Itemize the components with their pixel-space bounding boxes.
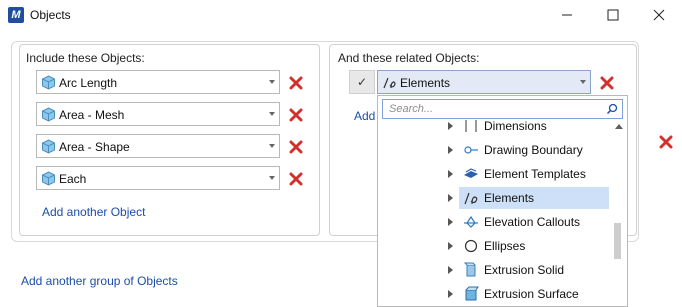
close-icon: [653, 9, 665, 21]
object-cube-icon: [42, 107, 55, 122]
related-objects-label: And these related Objects:: [336, 51, 482, 65]
tree-item-label: Drawing Boundary: [484, 143, 583, 157]
expand-arrow-icon[interactable]: [448, 218, 453, 226]
object-combo-label: Area - Mesh: [59, 108, 125, 122]
expand-arrow-icon[interactable]: [448, 266, 453, 274]
object-cube-icon: [42, 139, 55, 154]
object-combo-label: Area - Shape: [59, 140, 130, 154]
delete-group-x-icon[interactable]: [659, 135, 673, 149]
elements-icon: [383, 77, 396, 89]
delete-x-icon[interactable]: [289, 76, 303, 90]
dimensions-icon: [465, 120, 477, 132]
tree-item-element-templates[interactable]: Element Templates: [378, 162, 612, 186]
delete-x-icon[interactable]: [289, 172, 303, 186]
tree-item-dimensions[interactable]: Dimensions: [378, 114, 612, 138]
tree-item-label: Ellipses: [484, 239, 526, 253]
delete-x-icon[interactable]: [600, 76, 614, 90]
minimize-button[interactable]: [544, 0, 590, 30]
chevron-down-icon: [269, 144, 275, 148]
elevation-callouts-icon: [464, 215, 478, 228]
tree-item-drawing-boundary[interactable]: Drawing Boundary: [378, 138, 612, 162]
expand-arrow-icon[interactable]: [448, 194, 453, 202]
scroll-up-arrow[interactable]: [615, 124, 623, 129]
object-combo-area-mesh[interactable]: Area - Mesh: [36, 102, 280, 126]
expand-arrow-icon[interactable]: [448, 290, 453, 298]
related-object-combo-label: Elements: [400, 76, 451, 90]
extrusion-surface-icon: [465, 286, 479, 301]
scrollbar-thumb[interactable]: [614, 223, 621, 259]
drawing-boundary-icon: [464, 146, 478, 154]
expand-arrow-icon[interactable]: [448, 242, 453, 250]
chevron-down-icon: [580, 80, 586, 84]
tree-item-elements[interactable]: Elements: [378, 186, 612, 210]
toggle-check-button[interactable]: ✓: [349, 70, 375, 94]
tree-item-label: Extrusion Surface: [484, 287, 579, 301]
chevron-down-icon: [269, 112, 275, 116]
object-cube-icon: [42, 171, 55, 186]
delete-x-icon[interactable]: [289, 108, 303, 122]
chevron-down-icon: [269, 80, 275, 84]
ellipses-icon: [464, 239, 478, 253]
add-another-group-link[interactable]: Add another group of Objects: [21, 274, 178, 288]
tree-item-label: Extrusion Solid: [484, 263, 565, 277]
close-window-button[interactable]: [636, 0, 682, 30]
object-combo-label: Each: [59, 172, 87, 186]
minimize-icon: [562, 14, 572, 16]
object-combo-area-shape[interactable]: Area - Shape: [36, 134, 280, 158]
app-logo-icon: M: [8, 7, 24, 23]
window-title: Objects: [30, 8, 71, 22]
object-combo-label: Arc Length: [59, 76, 118, 90]
add-another-object-link[interactable]: Add another Object: [42, 205, 145, 219]
expand-arrow-icon[interactable]: [448, 122, 453, 130]
extrusion-solid-icon: [463, 262, 476, 277]
maximize-icon: [607, 9, 619, 21]
maximize-button[interactable]: [590, 0, 636, 30]
tree-item-label: Elements: [484, 191, 535, 205]
checkmark-icon: ✓: [357, 75, 368, 89]
expand-arrow-icon[interactable]: [448, 146, 453, 154]
tree-item-label: Element Templates: [484, 167, 586, 181]
tree-item-label: Elevation Callouts: [484, 215, 581, 229]
add-related-object-link[interactable]: Add: [354, 109, 375, 123]
related-objects-dropdown: Search... Dimensions Drawing Boundary El…: [377, 95, 628, 307]
tree-item-extrusion-surface[interactable]: Extrusion Surface: [378, 282, 612, 306]
object-combo-each[interactable]: Each: [36, 166, 280, 190]
tree-item-ellipses[interactable]: Ellipses: [378, 234, 612, 258]
object-combo-arc-length[interactable]: Arc Length: [36, 70, 280, 94]
tree-item-elevation-callouts[interactable]: Elevation Callouts: [378, 210, 612, 234]
related-object-combo[interactable]: Elements: [377, 70, 591, 94]
expand-arrow-icon[interactable]: [448, 170, 453, 178]
elements-icon: [464, 192, 478, 205]
object-cube-icon: [42, 75, 55, 90]
include-objects-label: Include these Objects:: [24, 51, 147, 65]
tree-item-label: Dimensions: [484, 119, 547, 133]
title-bar: M Objects: [0, 0, 682, 30]
chevron-down-icon: [269, 176, 275, 180]
tree-item-extrusion-solid[interactable]: Extrusion Solid: [378, 258, 612, 282]
delete-x-icon[interactable]: [289, 140, 303, 154]
element-templates-icon: [464, 168, 478, 178]
